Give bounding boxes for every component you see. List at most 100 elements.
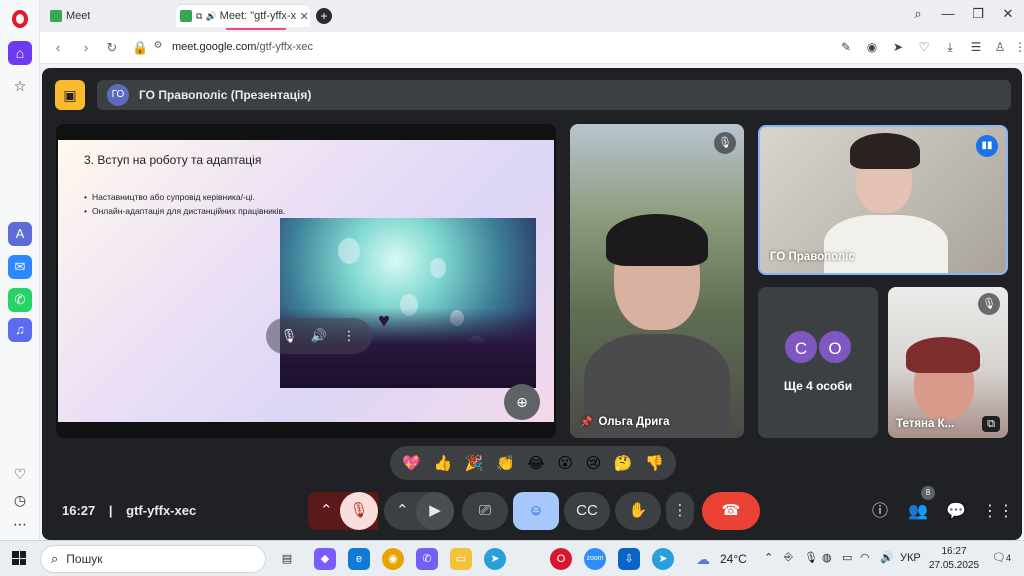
reaction-party-icon[interactable]: 🎉	[465, 454, 484, 472]
notification-count: 4	[1005, 553, 1011, 563]
present-screen-button[interactable]: ⎚	[462, 492, 508, 530]
reaction-thinking-icon[interactable]: 🤔	[614, 454, 633, 472]
copilot-icon[interactable]: ◆	[314, 548, 336, 570]
usb-icon[interactable]: ⎆	[784, 551, 793, 564]
more-icon[interactable]: ⋯	[10, 514, 30, 534]
wifi-icon[interactable]: ◠	[860, 551, 870, 564]
reaction-clap-icon[interactable]: 👏	[496, 454, 515, 472]
downloads-icon[interactable]: ⇩	[618, 548, 640, 570]
participant-tile[interactable]: ▮▮ ГО Правополіс	[758, 125, 1008, 275]
tab-meet-active[interactable]: ⧉ 🔊 Meet: "gtf-yffx-xec ✕	[176, 5, 310, 30]
more-options-button[interactable]: ⋮	[666, 492, 694, 530]
volume-icon[interactable]: 🔊	[880, 551, 894, 564]
taskbar-clock[interactable]: 16:27 27.05.2025	[924, 545, 984, 573]
concert-image: ♥	[280, 218, 536, 388]
search-placeholder: Пошук	[66, 552, 103, 566]
zoom-in-button[interactable]: ⊕	[504, 384, 540, 420]
reaction-heart-icon[interactable]: 💖	[402, 454, 421, 472]
opera-taskbar-icon[interactable]: O	[550, 548, 572, 570]
telegram-icon[interactable]: ➤	[652, 548, 674, 570]
show-hidden-icons-icon[interactable]: ⌃	[764, 551, 773, 564]
messenger-icon[interactable]: ✉	[8, 255, 32, 279]
profile-icon[interactable]: ♙	[992, 40, 1008, 54]
participant-hair	[606, 214, 708, 266]
activities-icon[interactable]: ⋮⋮	[982, 500, 1014, 524]
lock-icon[interactable]: 🔒	[132, 40, 148, 56]
weather-icon[interactable]: ☁	[696, 551, 710, 568]
reaction-bar: 💖 👍 🎉 👏 😂 😮 😢 🤔 👎	[390, 446, 676, 480]
camera-icon[interactable]: ◉	[864, 40, 880, 54]
location-icon[interactable]: ◍	[822, 551, 832, 564]
microphone-off-button[interactable]: 🎙	[340, 492, 378, 530]
easy-setup-icon[interactable]: ☰	[968, 40, 984, 54]
heart-icon[interactable]: ♡	[10, 464, 30, 484]
more-options-icon[interactable]: ⋮	[338, 328, 360, 344]
reaction-surprise-icon[interactable]: 😮	[557, 454, 573, 472]
meeting-code-divider: |	[108, 503, 113, 518]
music-player-icon[interactable]: ♫	[8, 318, 32, 342]
send-icon[interactable]: ➤	[890, 40, 906, 54]
mic-off-icon[interactable]: 🎙	[278, 328, 300, 344]
heart-icon[interactable]: ♡	[916, 40, 932, 54]
telegram-icon[interactable]: ➤	[484, 548, 506, 570]
whatsapp-icon[interactable]: ✆	[8, 288, 32, 312]
emoji-reactions-button[interactable]: ☺	[513, 492, 559, 530]
minimize-icon[interactable]: —	[938, 6, 958, 21]
url-path: /gtf-yffx-xec	[256, 41, 314, 53]
stop-presenting-icon[interactable]: ▣	[55, 80, 85, 110]
star-icon[interactable]: ☆	[10, 76, 30, 96]
permissions-icon[interactable]: ⚙	[150, 40, 166, 51]
raise-hand-button[interactable]: ✋	[615, 492, 661, 530]
notifications-icon[interactable]: 🗨4	[992, 551, 1011, 564]
menu-icon[interactable]: ⋮	[1012, 40, 1024, 54]
meeting-details-icon[interactable]: ⓘ	[868, 500, 892, 524]
new-tab-button[interactable]: +	[316, 8, 332, 24]
battery-icon[interactable]: ▭	[842, 551, 852, 564]
forward-icon[interactable]: ›	[78, 40, 94, 55]
reaction-thumbs-down-icon[interactable]: 👎	[645, 454, 664, 472]
reaction-laugh-icon[interactable]: 😂	[527, 454, 545, 472]
aria-icon[interactable]: A	[8, 222, 32, 246]
restore-icon[interactable]: ❐	[968, 6, 988, 22]
reaction-thumbs-up-icon[interactable]: 👍	[434, 454, 453, 472]
leave-call-button[interactable]: ☎	[702, 492, 760, 530]
audio-playing-icon[interactable]: 🔊	[205, 11, 216, 22]
viber-icon[interactable]: ✆	[416, 548, 438, 570]
presentation-tile[interactable]: 3. Вступ на роботу та адаптація Наставни…	[56, 124, 556, 438]
close-tab-icon[interactable]: ✕	[300, 10, 309, 23]
file-explorer-icon[interactable]: ▭	[450, 548, 472, 570]
captions-button[interactable]: CC	[564, 492, 610, 530]
home-icon[interactable]: ⌂	[8, 41, 32, 65]
back-icon[interactable]: ‹	[50, 40, 66, 55]
close-window-icon[interactable]: ✕	[998, 6, 1018, 22]
participant-tile[interactable]: 🎙 📌 Ольга Дрига	[570, 124, 744, 438]
edge-icon[interactable]: e	[348, 548, 370, 570]
weather-temp[interactable]: 24°C	[720, 552, 747, 566]
picture-in-picture-icon[interactable]: ⧉	[982, 416, 1000, 432]
volume-icon[interactable]: 🔊	[308, 328, 330, 344]
search-tabs-icon[interactable]: ⌕	[908, 6, 928, 22]
task-view-icon[interactable]: ▤	[276, 548, 298, 570]
url-field[interactable]: meet.google.com/gtf-yffx-xec	[172, 41, 313, 53]
opera-logo[interactable]	[12, 10, 28, 28]
pin-icon[interactable]: 📌	[580, 417, 592, 428]
taskbar-search[interactable]: ⌕ Пошук	[40, 545, 266, 573]
history-icon[interactable]: ◷	[10, 490, 30, 510]
participant-tile[interactable]: 🎙 ⧉ Тетяна К...	[888, 287, 1008, 438]
reaction-sad-icon[interactable]: 😢	[586, 454, 602, 472]
zoom-icon[interactable]: zoom	[584, 548, 606, 570]
camera-button[interactable]: ▶	[416, 492, 454, 530]
avatar: О	[817, 329, 853, 365]
microphone-icon[interactable]: 🎙	[804, 551, 818, 564]
others-tile[interactable]: С О Ще 4 особи	[758, 287, 878, 438]
tab-meet[interactable]: Meet	[46, 5, 174, 27]
language-indicator[interactable]: УКР	[900, 552, 921, 564]
reload-icon[interactable]: ↻	[104, 40, 120, 56]
people-icon[interactable]: 👥	[906, 500, 930, 524]
chat-icon[interactable]: 💬	[944, 500, 968, 524]
edit-icon[interactable]: ✎	[838, 40, 854, 54]
download-icon[interactable]: ⤓	[942, 40, 958, 55]
tab-title: Meet: "gtf-yffx-xec	[219, 10, 296, 22]
windows-start-icon[interactable]	[12, 551, 26, 565]
chrome-icon[interactable]: ◉	[382, 548, 404, 570]
